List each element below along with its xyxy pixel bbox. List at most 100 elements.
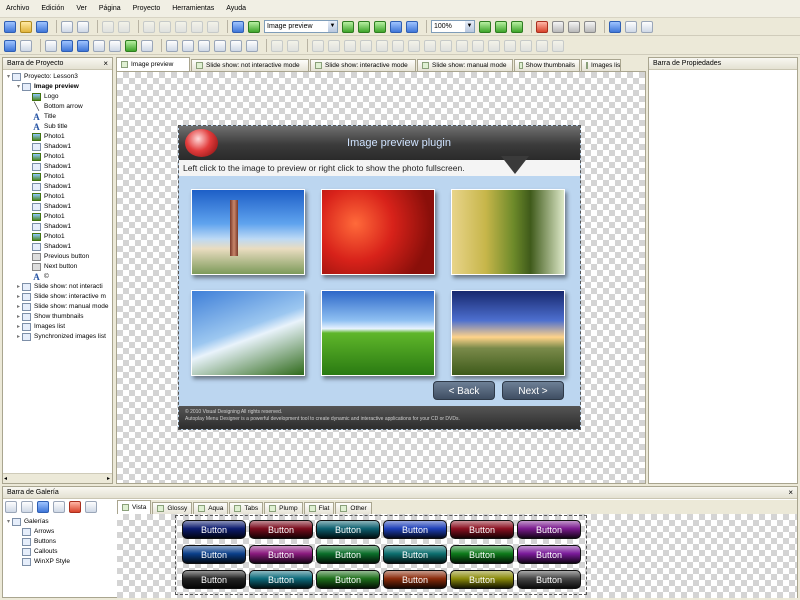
line-tool-icon[interactable] — [45, 39, 57, 52]
paste-icon[interactable] — [175, 20, 187, 33]
tab-gallery-3[interactable]: Tabs — [229, 502, 264, 514]
format-icon[interactable] — [207, 20, 219, 33]
ungroup-icon[interactable] — [287, 39, 299, 52]
image-tool-icon[interactable] — [125, 39, 137, 52]
tree-item[interactable]: Shadow1 — [5, 222, 112, 232]
align-right-icon[interactable] — [344, 39, 356, 52]
same-size-icon[interactable] — [472, 39, 484, 52]
photo-sunset-field[interactable] — [451, 290, 565, 376]
next-button[interactable]: Next > — [502, 381, 564, 400]
tree-item[interactable]: A © — [5, 272, 112, 282]
spacing-icon[interactable] — [536, 39, 548, 52]
plugin-page[interactable]: Image preview plugin Left click to the i… — [178, 125, 581, 430]
tree-item[interactable]: Shadow1 — [5, 142, 112, 152]
tree-item[interactable]: Photo1 — [5, 172, 112, 182]
tree-item[interactable]: ▸ Slide show: not interacti — [5, 282, 112, 292]
tab-page-2[interactable]: Slide show: interactive mode — [310, 59, 416, 71]
tree-item[interactable]: ▾ Image preview — [5, 82, 112, 92]
page-select[interactable]: Image preview ▼ — [264, 20, 338, 33]
tree-item[interactable]: Photo1 — [5, 212, 112, 222]
cut-icon[interactable] — [143, 20, 155, 33]
gallery-button-style[interactable]: Button — [517, 545, 581, 564]
page-export-icon[interactable] — [406, 20, 418, 33]
add-page-icon[interactable] — [342, 20, 354, 33]
page-icon[interactable] — [61, 20, 73, 33]
horizontal-scrollbar[interactable]: ◂ ▸ — [3, 473, 112, 483]
gallery-button-style[interactable]: Button — [383, 570, 447, 589]
same-height-icon[interactable] — [456, 39, 468, 52]
grid-snap-icon[interactable] — [552, 20, 564, 33]
list-tool-icon[interactable] — [198, 39, 210, 52]
zoom-tool-icon[interactable] — [20, 39, 32, 52]
gallery-tree-item[interactable]: WinXP Style — [5, 557, 113, 567]
guides-icon[interactable] — [584, 20, 596, 33]
gallery-button-style[interactable]: Button — [249, 570, 313, 589]
page-next-icon[interactable] — [374, 20, 386, 33]
tree-item[interactable]: Shadow1 — [5, 202, 112, 212]
tree-item[interactable]: ▸ Show thumbnails — [5, 312, 112, 322]
tab-gallery-5[interactable]: Flat — [303, 502, 335, 514]
tree-item[interactable]: ▸ Slide show: manual mode — [5, 302, 112, 312]
gallery-button-style[interactable]: Button — [182, 545, 246, 564]
logo[interactable] — [185, 129, 218, 157]
tree-item[interactable]: ╲ Bottom arrow — [5, 102, 112, 112]
tree-item[interactable]: Shadow1 — [5, 162, 112, 172]
gallery-tree-item[interactable]: ▾ Galerías — [5, 517, 113, 527]
tab-page-1[interactable]: Slide show: not interactive mode — [191, 59, 309, 71]
gallery-tree-item[interactable]: Callouts — [5, 547, 113, 557]
expand-icon[interactable]: ▾ — [5, 72, 12, 82]
frame-tool-icon[interactable] — [141, 39, 153, 52]
more-tools-icon[interactable] — [246, 39, 258, 52]
scroll-right-icon[interactable]: ▸ — [107, 475, 110, 482]
text-tool-icon[interactable] — [93, 39, 105, 52]
gallery-button-style[interactable]: Button — [450, 520, 514, 539]
tab-gallery-6[interactable]: Other — [335, 502, 372, 514]
zoom-fit-icon[interactable] — [511, 20, 523, 33]
gallery-save-icon[interactable] — [37, 501, 49, 513]
zoom-in-icon[interactable] — [479, 20, 491, 33]
tree-item[interactable]: ▾ Proyecto: Lesson3 — [5, 72, 112, 82]
expand-icon[interactable]: ▸ — [15, 312, 22, 322]
button-tool-icon[interactable] — [166, 39, 178, 52]
video-tool-icon[interactable] — [214, 39, 226, 52]
gallery-button-style[interactable]: Button — [316, 520, 380, 539]
same-width-icon[interactable] — [440, 39, 452, 52]
ellipse-tool-icon[interactable] — [77, 39, 89, 52]
refresh-icon[interactable] — [536, 20, 548, 33]
close-icon[interactable]: × — [788, 487, 793, 499]
close-icon[interactable]: × — [103, 58, 108, 70]
menu-item-2[interactable]: Ver — [76, 5, 87, 12]
distribute-h-icon[interactable] — [408, 39, 420, 52]
tree-item[interactable]: Shadow1 — [5, 182, 112, 192]
menu-item-4[interactable]: Proyecto — [133, 5, 161, 12]
bring-front-icon[interactable] — [488, 39, 500, 52]
gallery-delete-icon[interactable] — [69, 501, 81, 513]
tab-page-0[interactable]: Image preview — [116, 57, 190, 71]
align-middle-icon[interactable] — [376, 39, 388, 52]
preview-icon[interactable] — [232, 20, 244, 33]
tab-page-4[interactable]: Show thumbnails — [514, 59, 580, 71]
gallery-button-style[interactable]: Button — [316, 570, 380, 589]
tab-gallery-1[interactable]: Glossy — [152, 502, 193, 514]
center-icon[interactable] — [552, 39, 564, 52]
scroll-left-icon[interactable]: ◂ — [4, 475, 7, 482]
menu-item-3[interactable]: Página — [99, 5, 121, 12]
gallery-add-icon[interactable] — [53, 501, 65, 513]
gallery-open-icon[interactable] — [21, 501, 33, 513]
tree-item[interactable]: Shadow1 — [5, 242, 112, 252]
photo-lighthouse[interactable] — [191, 189, 305, 275]
new-icon[interactable] — [4, 20, 16, 33]
gallery-button-style[interactable]: Button — [450, 570, 514, 589]
expand-icon[interactable]: ▾ — [5, 517, 12, 527]
tree-item[interactable]: Next button — [5, 262, 112, 272]
gallery-button-style[interactable]: Button — [383, 520, 447, 539]
tab-page-5[interactable]: Images lis — [581, 59, 621, 71]
undo-icon[interactable] — [102, 20, 114, 33]
gallery-button-style[interactable]: Button — [249, 520, 313, 539]
align-bottom-icon[interactable] — [392, 39, 404, 52]
tab-gallery-2[interactable]: Aqua — [193, 502, 229, 514]
page-settings-icon[interactable] — [358, 20, 370, 33]
menu-item-0[interactable]: Archivo — [6, 5, 29, 12]
publish-icon[interactable] — [248, 20, 260, 33]
plugin-title[interactable]: Image preview plugin — [289, 137, 509, 149]
